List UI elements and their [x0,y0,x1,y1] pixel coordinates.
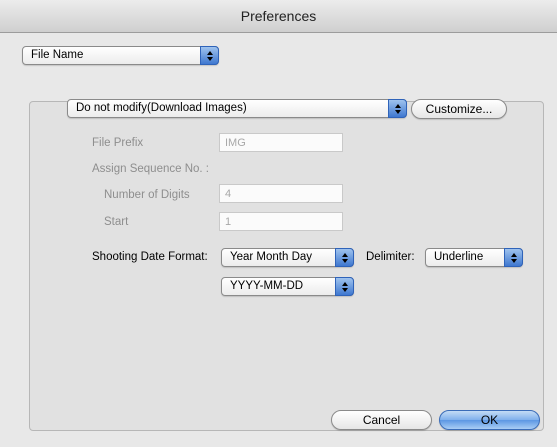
delimiter-value: Underline [434,251,484,263]
cancel-button[interactable]: Cancel [331,410,432,430]
start-input[interactable]: 1 [219,212,343,231]
window-title: Preferences [240,8,317,24]
chevron-updown-icon [388,99,407,118]
delimiter-popup[interactable]: Underline [425,248,523,267]
date-format-popup[interactable]: YYYY-MM-DD [221,277,354,296]
rename-mode-value: Do not modify(Download Images) [76,102,247,114]
ok-button[interactable]: OK [439,410,540,430]
category-popup-value: File Name [31,49,84,61]
file-prefix-input[interactable]: IMG [219,133,343,152]
title-bar: Preferences [0,0,557,33]
chevron-updown-icon [504,248,523,267]
shooting-date-format-popup[interactable]: Year Month Day [221,248,354,267]
chevron-updown-icon [335,277,354,296]
file-prefix-label: File Prefix [92,137,144,149]
chevron-updown-icon [200,46,219,65]
shooting-date-format-label: Shooting Date Format: [92,251,208,263]
rename-mode-popup[interactable]: Do not modify(Download Images) [67,99,407,118]
customize-button[interactable]: Customize... [411,99,507,119]
date-format-value: YYYY-MM-DD [230,280,304,292]
category-popup[interactable]: File Name [22,46,219,65]
chevron-updown-icon [335,248,354,267]
assign-sequence-label: Assign Sequence No. : [92,163,209,175]
delimiter-label: Delimiter: [366,251,415,263]
shooting-date-format-value: Year Month Day [230,251,313,263]
start-label: Start [104,216,129,228]
number-of-digits-label: Number of Digits [104,189,190,201]
preferences-window: File Name Do not modify(Download Images)… [0,33,557,447]
number-of-digits-input[interactable]: 4 [219,184,343,203]
